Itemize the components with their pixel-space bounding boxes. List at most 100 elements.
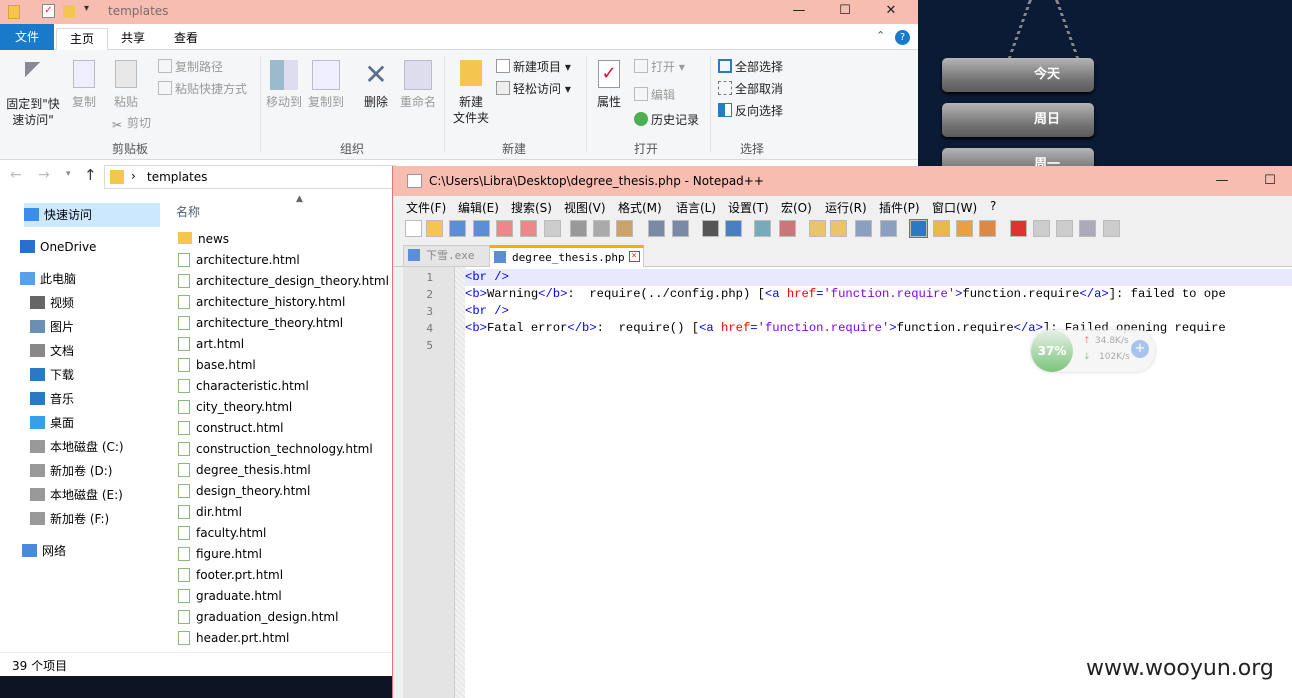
help-icon[interactable]: ? [895,30,910,45]
play-macro-icon[interactable] [1056,220,1073,237]
menu-macro[interactable]: 宏(O) [781,199,812,216]
npp-minimize-button[interactable]: — [1199,170,1245,192]
edit-button[interactable]: 编辑 [634,85,675,105]
menu-edit[interactable]: 编辑(E) [458,199,499,216]
column-header-name[interactable]: 名称 [176,203,200,220]
paste-icon[interactable] [616,220,633,237]
new-item-button[interactable]: 新建项目 ▾ [496,57,571,77]
paste-button[interactable]: 粘贴 [110,60,142,110]
file-item[interactable]: architecture.html [178,250,300,271]
find-icon[interactable] [702,220,719,237]
doc-map-icon[interactable] [933,220,950,237]
indent-guide-icon[interactable] [909,219,928,238]
accelerate-plus-icon[interactable]: + [1131,340,1149,358]
cut-button[interactable]: ✂ 剪切 [110,113,151,133]
nav-item-10[interactable]: 新加卷 (D:) [30,459,112,483]
close-all-icon[interactable] [520,220,537,237]
nav-item-1[interactable]: OneDrive [20,235,96,259]
network-speed-widget[interactable]: 37% ↑ 34.8K/s ↓ 102K/s + [1031,330,1155,372]
stop-macro-icon[interactable] [1033,220,1050,237]
menu-window[interactable]: 窗口(W) [932,199,977,216]
nav-item-5[interactable]: 文档 [30,339,74,363]
open-button[interactable]: 打开 ▾ [634,57,685,77]
menu-search[interactable]: 搜索(S) [511,199,552,216]
folder-workspace-icon[interactable] [979,220,996,237]
plank-sunday[interactable]: 周日 [942,103,1094,137]
quick-access-dropdown-icon[interactable]: ▾ [84,3,89,14]
run-macro-multiple-icon[interactable] [1079,220,1096,237]
nav-item-2[interactable]: 此电脑 [20,267,76,291]
file-item[interactable]: city_theory.html [178,397,292,418]
breadcrumb-templates[interactable]: templates [147,170,207,184]
file-item[interactable]: faculty.html [178,523,266,544]
file-item[interactable]: characteristic.html [178,376,309,397]
save-all-icon[interactable] [473,220,490,237]
copy-path-button[interactable]: 复制路径 [158,57,223,77]
properties-button[interactable]: ✓ 属性 [592,60,626,110]
paste-shortcut-button[interactable]: 粘贴快捷方式 [158,79,247,99]
nav-item-6[interactable]: 下载 [30,363,74,387]
function-list-icon[interactable] [956,220,973,237]
plank-today[interactable]: 今天 [942,58,1094,92]
file-item[interactable]: dir.html [178,502,242,523]
nav-item-9[interactable]: 本地磁盘 (C:) [30,435,124,459]
replace-icon[interactable] [725,220,742,237]
open-file-icon[interactable] [426,220,443,237]
recent-dropdown-icon[interactable]: ▾ [66,169,71,179]
sync-v-icon[interactable] [809,220,826,237]
file-item[interactable]: architecture_design_theory.html [178,271,389,292]
file-item[interactable]: figure.html [178,544,262,565]
forward-arrow-icon[interactable]: → [38,167,50,183]
copy-icon[interactable] [593,220,610,237]
file-item[interactable]: base.html [178,355,256,376]
copy-to-button[interactable]: 复制到 [306,60,346,110]
show-all-icon[interactable] [880,220,897,237]
nav-item-7[interactable]: 音乐 [30,387,74,411]
new-folder-icon[interactable] [63,5,75,18]
properties-icon[interactable]: ✓ [42,4,55,18]
save-icon[interactable] [449,220,466,237]
code-text[interactable]: <br /> <b>Warning</b>: require(../config… [465,269,1292,698]
code-editor[interactable]: 1 2 3 4 5 <br /> <b>Warning</b>: require(../… [403,267,1292,698]
file-item[interactable]: graduation_design.html [178,607,338,628]
menu-view[interactable]: 视图(V) [564,199,606,216]
nav-item-4[interactable]: 图片 [30,315,74,339]
tab-file[interactable]: 文件 [0,24,54,50]
redo-icon[interactable] [672,220,689,237]
new-file-icon[interactable] [405,220,422,237]
file-item[interactable]: art.html [178,334,244,355]
address-bar[interactable]: › templates [104,165,396,189]
wrap-icon[interactable] [855,220,872,237]
file-item[interactable]: degree_thesis.html [178,460,311,481]
copy-button[interactable]: 复制 [68,60,100,110]
select-all-button[interactable]: 全部选择 [718,57,783,77]
menu-help[interactable]: ? [990,199,996,213]
tab-xiaxue-exe[interactable]: 下雪.exe [403,245,494,267]
npp-title-bar[interactable]: C:\Users\Libra\Desktop\degree_thesis.php… [393,166,1292,196]
nav-item-13[interactable]: 网络 [22,539,66,563]
file-item[interactable]: construct.html [178,418,284,439]
file-item[interactable]: architecture_history.html [178,292,345,313]
menu-format[interactable]: 格式(M) [618,199,662,216]
nav-item-0[interactable]: 快速访问 [24,203,174,227]
collapse-ribbon-icon[interactable]: ⌃ [876,29,885,42]
npp-maximize-button[interactable]: ☐ [1247,170,1292,192]
easy-access-button[interactable]: 轻松访问 ▾ [496,79,571,99]
move-to-button[interactable]: 移动到 [264,60,304,110]
file-item[interactable]: design_theory.html [178,481,310,502]
file-item[interactable]: architecture_theory.html [178,313,343,334]
file-item[interactable]: graduate.html [178,586,282,607]
back-arrow-icon[interactable]: ← [10,167,22,183]
menu-language[interactable]: 语言(L) [676,199,716,216]
menu-file[interactable]: 文件(F) [406,199,446,216]
nav-item-3[interactable]: 视频 [30,291,74,315]
zoom-in-icon[interactable] [754,220,771,237]
print-icon[interactable] [544,220,561,237]
minimize-button[interactable]: — [776,0,822,22]
menu-plugins[interactable]: 插件(P) [879,199,920,216]
zoom-out-icon[interactable] [779,220,796,237]
file-item[interactable]: footer.prt.html [178,565,283,586]
close-icon[interactable] [496,220,513,237]
history-button[interactable]: 历史记录 [634,110,699,130]
save-macro-icon[interactable] [1103,220,1120,237]
